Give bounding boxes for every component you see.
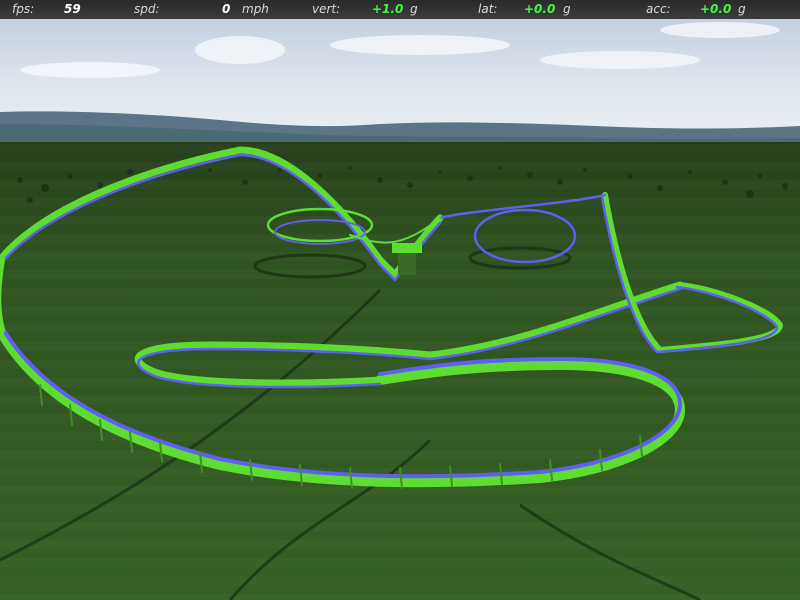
speed-value: 0: [222, 2, 231, 16]
station-platform: [392, 243, 422, 253]
vertical-g-label: vert:: [312, 2, 341, 16]
acceleration-g-label: acc:: [646, 2, 671, 16]
acceleration-g-value: +0.0: [700, 2, 732, 16]
lateral-g-label: lat:: [478, 2, 498, 16]
acceleration-g-unit: g: [738, 2, 746, 16]
vertical-g-unit: g: [410, 2, 418, 16]
vertical-g-value: +1.0: [372, 2, 404, 16]
fps-label: fps:: [12, 2, 35, 16]
lateral-g-value: +0.0: [524, 2, 556, 16]
speed-label: spd:: [134, 2, 160, 16]
hud-bar: fps: 59 spd: 0 mph vert: +1.0 g lat: +0.…: [0, 0, 800, 19]
speed-unit: mph: [242, 2, 269, 16]
lateral-g-unit: g: [563, 2, 571, 16]
game-viewport[interactable]: [0, 0, 800, 600]
fps-value: 59: [64, 2, 81, 16]
